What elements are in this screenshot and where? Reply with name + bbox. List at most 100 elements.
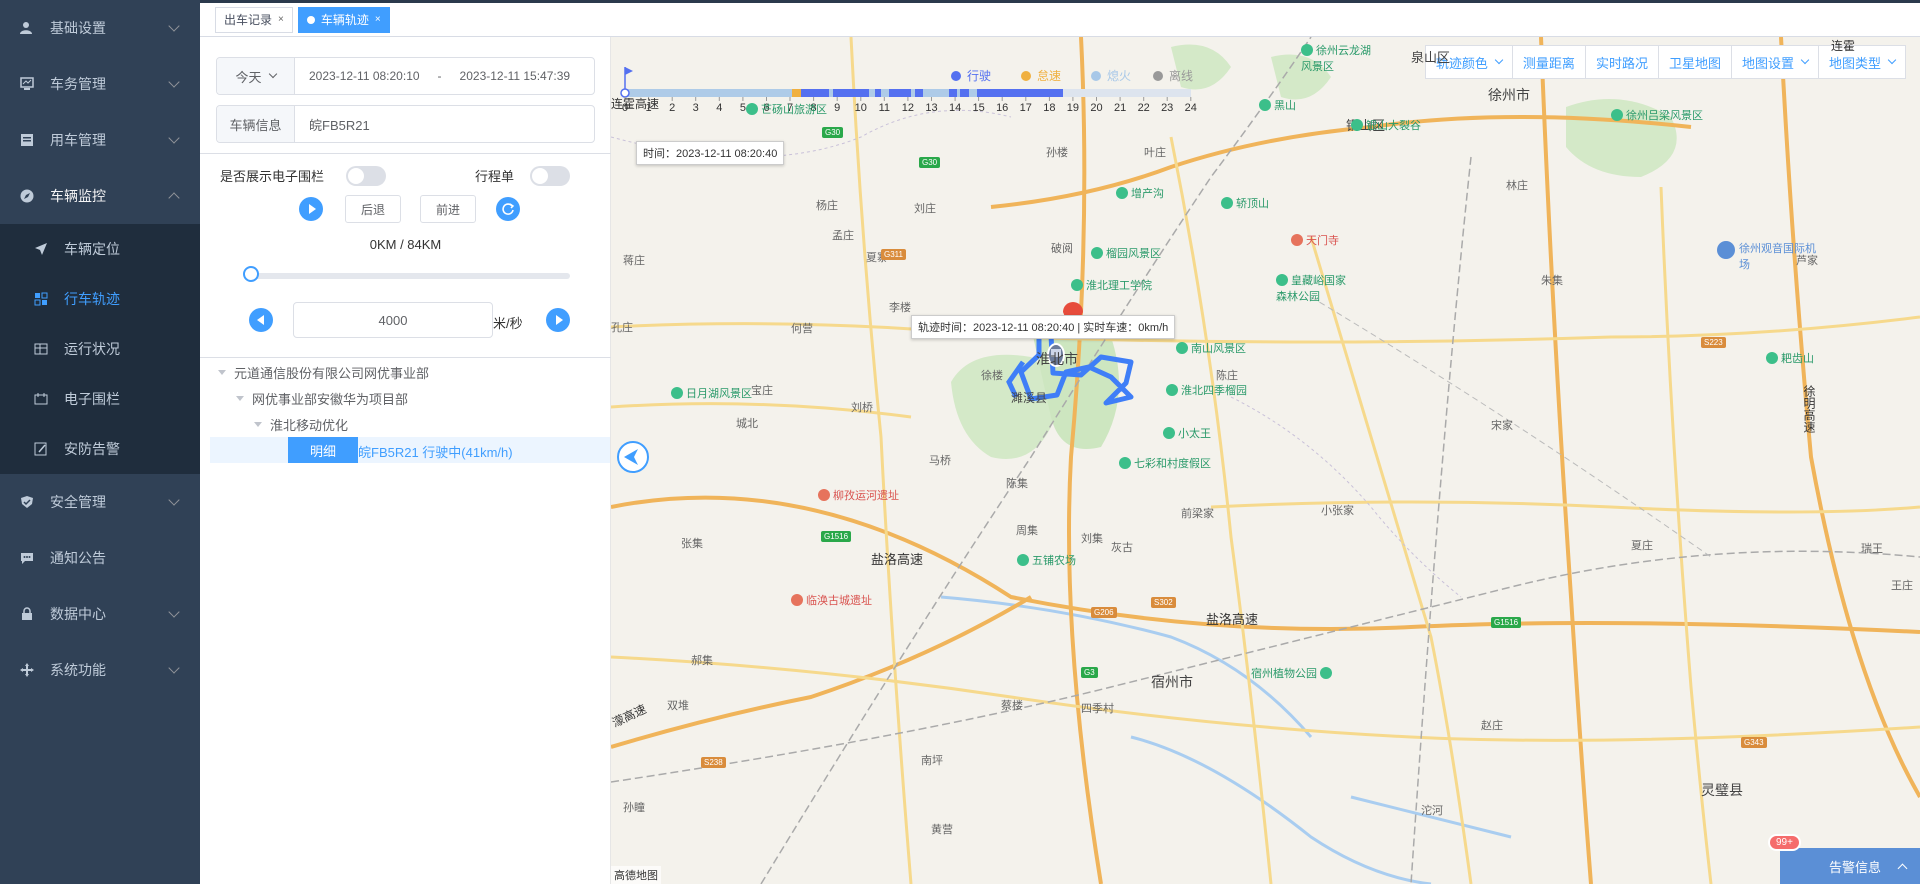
progress-slider-thumb[interactable] — [243, 266, 259, 282]
scenic-icon — [1166, 384, 1178, 396]
poi-marker[interactable]: 宿州植物公园 — [1251, 665, 1332, 681]
sub-item-security-alarm[interactable]: 安防告警 — [0, 424, 200, 474]
map-canvas[interactable]: 行驶 怠速 熄火 离线 0 1 2 3 4 5 6 7 8 9 10 11 12… — [611, 37, 1920, 884]
menu-car-usage[interactable]: 用车管理 — [0, 112, 200, 168]
poi-marker[interactable]: 银山大裂谷 — [1351, 117, 1421, 133]
close-icon[interactable]: × — [278, 14, 284, 25]
road-tag: S238 — [701, 757, 726, 768]
date-start[interactable]: 2023-12-11 08:20:10 — [309, 69, 420, 83]
menu-vehicle-affairs[interactable]: 车务管理 — [0, 56, 200, 112]
road-tag: G311 — [881, 249, 906, 260]
date-end[interactable]: 2023-12-11 15:47:39 — [460, 69, 571, 83]
legend-dot-icon — [1021, 70, 1031, 81]
town-label: 陈集 — [1006, 478, 1028, 490]
tab-vehicle-track[interactable]: 车辆轨迹 × — [297, 6, 390, 33]
close-icon[interactable]: × — [375, 14, 381, 25]
progress-slider-track[interactable] — [250, 273, 570, 279]
send-icon — [34, 242, 48, 256]
poi-label: 七彩和村度假区 — [1134, 458, 1211, 470]
town-label: 小张家 — [1321, 505, 1354, 517]
town-label: 孙楼 — [1046, 147, 1068, 159]
sub-item-running-status[interactable]: 运行状况 — [0, 324, 200, 374]
alarm-label: 告警信息 — [1828, 859, 1881, 875]
forward-button[interactable]: 前进 — [420, 195, 476, 223]
tab-dispatch-record[interactable]: 出车记录 × — [215, 6, 293, 33]
sub-item-driving-track[interactable]: 行车轨迹 — [0, 274, 200, 324]
measure-distance-button[interactable]: 测量距离 — [1513, 46, 1586, 78]
poi-marker[interactable]: 临涣古城遗址 — [791, 592, 872, 608]
menu-data-center[interactable]: 数据中心 — [0, 586, 200, 642]
poi-marker[interactable]: 五铺农场 — [1017, 552, 1076, 568]
satellite-map-button[interactable]: 卫星地图 — [1659, 46, 1732, 78]
date-separator: - — [437, 69, 442, 83]
poi-marker[interactable]: 榴园风景区 — [1091, 245, 1161, 261]
poi-marker[interactable]: 皇藏峪国家森林公园 — [1276, 272, 1356, 304]
date-shortcut-select[interactable]: 今天 — [217, 58, 295, 94]
poi-marker[interactable]: 柳孜运河遗址 — [818, 487, 899, 503]
poi-marker[interactable]: 增产沟 — [1116, 185, 1164, 201]
poi-label: 银山大裂谷 — [1366, 120, 1421, 132]
speed-increase-button[interactable] — [546, 308, 570, 332]
trip-toggle[interactable] — [530, 166, 570, 186]
play-button[interactable] — [299, 197, 323, 221]
track-point-tooltip: 轨迹时间：2023-12-11 08:20:40 | 实时车速：0km/h — [911, 315, 1176, 339]
poi-marker[interactable]: 七彩和村度假区 — [1119, 455, 1211, 471]
back-button[interactable]: 后退 — [345, 195, 401, 223]
fence-toggle[interactable] — [346, 166, 386, 186]
sub-item-vehicle-location[interactable]: 车辆定位 — [0, 224, 200, 274]
map-settings-dropdown[interactable]: 地图设置 — [1732, 46, 1819, 78]
playback-speed-input[interactable]: 4000 — [293, 302, 493, 338]
poi-marker[interactable]: 天门寺 — [1291, 232, 1339, 248]
poi-marker[interactable]: 耙齿山 — [1766, 350, 1814, 366]
town-label: 张集 — [681, 538, 703, 550]
sub-item-geo-fence[interactable]: 电子围栏 — [0, 374, 200, 424]
sidebar: 基础设置 车务管理 用车管理 车辆监控 车辆定位 行车轨迹 运行状况 电子围栏 … — [0, 0, 200, 884]
vehicle-status-label[interactable]: 皖FB5R21 行驶中(41km/h) — [358, 442, 513, 461]
tree-node-team[interactable]: 淮北移动优化 — [254, 411, 348, 437]
town-label: 朱集 — [1541, 275, 1563, 287]
chevron-up-icon — [168, 192, 180, 204]
highway-label: 盐洛高速 — [1206, 612, 1259, 627]
chevron-down-icon — [268, 69, 277, 79]
town-label: 郝集 — [691, 655, 713, 667]
poi-marker[interactable]: 徐州云龙湖风景区 — [1301, 42, 1381, 74]
detail-button[interactable]: 明细 — [288, 437, 358, 463]
scenic-icon — [746, 103, 758, 115]
date-range-picker[interactable]: 今天 2023-12-11 08:20:10 - 2023-12-11 15:4… — [216, 57, 595, 95]
vehicle-plate-value[interactable]: 皖FB5R21 — [309, 115, 370, 134]
poi-marker[interactable]: 芒砀山旅游区 — [746, 101, 827, 117]
refresh-button[interactable] — [496, 197, 520, 221]
timeline-hour: 16 — [996, 102, 1009, 114]
poi-marker[interactable]: 小太王 — [1163, 425, 1211, 441]
tree-node-company[interactable]: 元道通信股份有限公司网优事业部 — [218, 359, 429, 385]
vehicle-info-prefix: 车辆信息 — [217, 106, 295, 142]
poi-marker[interactable]: 黑山 — [1259, 97, 1296, 113]
poi-marker[interactable]: 淮北理工学院 — [1071, 277, 1152, 293]
vehicle-info-field[interactable]: 车辆信息 皖FB5R21 — [216, 105, 595, 143]
menu-basic-settings[interactable]: 基础设置 — [0, 0, 200, 56]
poi-label: 增产沟 — [1131, 188, 1164, 200]
menu-security-management[interactable]: 安全管理 — [0, 474, 200, 530]
poi-marker[interactable]: 南山风景区 — [1176, 340, 1246, 356]
road-tag: G30 — [822, 127, 844, 138]
town-label: 杨庄 — [816, 200, 838, 212]
alarm-count-badge: 99+ — [1768, 834, 1801, 851]
tree-node-department[interactable]: 网优事业部安徽华为项目部 — [236, 385, 408, 411]
speed-decrease-button[interactable] — [249, 308, 273, 332]
menu-notice[interactable]: 通知公告 — [0, 530, 200, 586]
poi-marker[interactable]: 淮北四季榴园 — [1166, 382, 1247, 398]
menu-vehicle-monitor[interactable]: 车辆监控 — [0, 168, 200, 224]
alarm-info-button[interactable]: 99+ 告警信息 — [1768, 834, 1920, 884]
town-label: 马桥 — [929, 455, 951, 467]
road-tag: G1516 — [821, 531, 852, 542]
poi-label: 榴园风景区 — [1106, 248, 1161, 260]
poi-marker[interactable]: 轿顶山 — [1221, 195, 1269, 211]
settings-label: 地图设置 — [1741, 55, 1794, 71]
live-traffic-button[interactable]: 实时路况 — [1586, 46, 1659, 78]
poi-marker[interactable]: 徐州吕梁风景区 — [1611, 107, 1703, 123]
menu-system-functions[interactable]: 系统功能 — [0, 642, 200, 698]
tree-node-vehicle-row[interactable]: 明细 皖FB5R21 行驶中(41km/h) — [210, 437, 610, 463]
map-base — [611, 37, 1920, 884]
poi-marker[interactable]: 日月湖风景区 — [671, 385, 752, 401]
divider — [200, 153, 611, 154]
